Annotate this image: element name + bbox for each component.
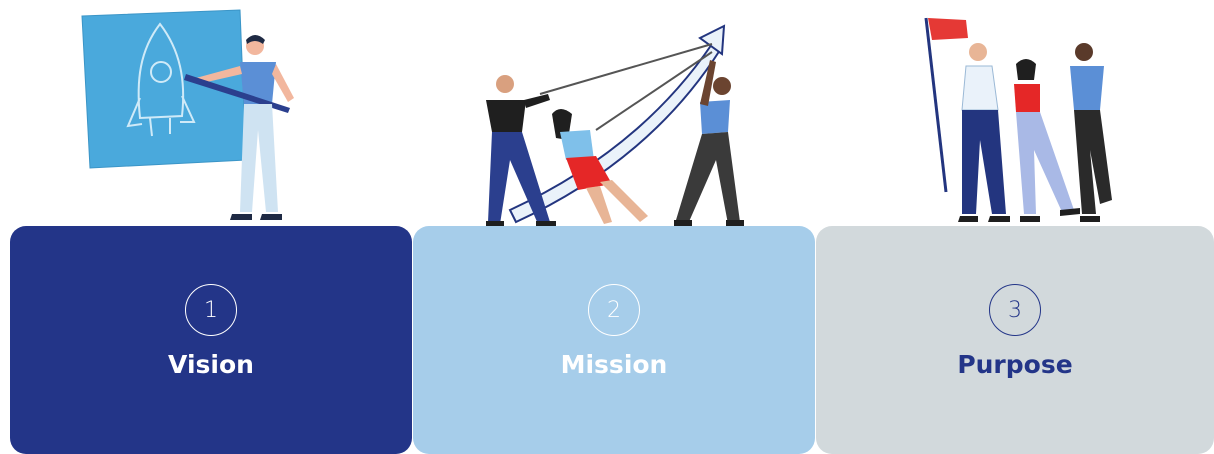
step-number-badge: 1 xyxy=(185,284,237,336)
step-number-badge: 2 xyxy=(588,284,640,336)
step-label: Purpose xyxy=(957,350,1073,379)
step-number-badge: 3 xyxy=(989,284,1041,336)
purpose-illustration xyxy=(924,17,1112,222)
flag-icon xyxy=(924,17,968,193)
person-red-top xyxy=(1014,59,1080,222)
person-light-shirt xyxy=(958,43,1010,222)
person-blue-shirt xyxy=(1070,43,1112,222)
step-label: Vision xyxy=(168,350,254,379)
vision-mission-purpose-graphic: 1 Vision 2 Mission 3 Purpose xyxy=(0,0,1214,454)
step-card-purpose: 3 Purpose xyxy=(816,226,1214,454)
step-card-vision: 1 Vision xyxy=(10,226,412,454)
step-label: Mission xyxy=(560,350,668,379)
step-card-mission: 2 Mission xyxy=(413,226,815,454)
